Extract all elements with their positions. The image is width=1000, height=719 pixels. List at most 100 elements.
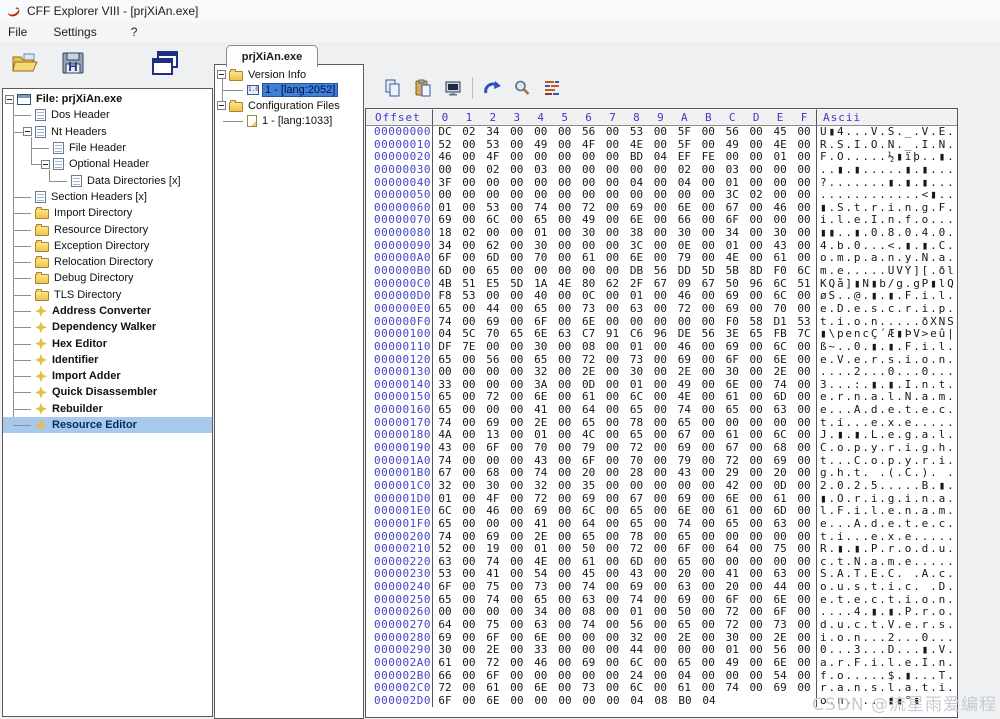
hex-byte[interactable]: 91 — [601, 328, 625, 341]
hex-byte[interactable]: 00 — [648, 126, 672, 139]
hex-byte[interactable]: 02 — [457, 126, 481, 139]
hex-byte[interactable]: 44 — [481, 303, 505, 316]
hex-byte[interactable]: 00 — [768, 164, 792, 177]
offset-column-header[interactable]: Offset — [366, 109, 433, 126]
hex-byte[interactable]: 00 — [792, 581, 816, 594]
tree-item-resource-directory[interactable]: Resource Directory — [3, 221, 212, 237]
byte-column-header[interactable]: F — [792, 110, 816, 125]
hex-offset[interactable]: 00000240 — [366, 581, 433, 594]
hex-byte[interactable]: 00 — [553, 581, 577, 594]
hex-byte[interactable]: 73 — [768, 619, 792, 632]
byte-column-header[interactable]: C — [720, 110, 744, 125]
tree-item-quick-disassembler[interactable]: Quick Disassembler — [3, 384, 212, 400]
hex-byte[interactable]: 00 — [601, 442, 625, 455]
hex-byte[interactable]: 00 — [601, 265, 625, 278]
byte-column-header[interactable]: 2 — [481, 110, 505, 125]
hex-byte[interactable]: 00 — [648, 543, 672, 556]
hex-byte[interactable]: 00 — [792, 341, 816, 354]
hex-byte[interactable]: 00 — [505, 404, 529, 417]
hex-byte[interactable]: 79 — [577, 442, 601, 455]
tree-item-debug-directory[interactable]: Debug Directory — [3, 270, 212, 286]
windows-cascade-icon[interactable] — [148, 46, 182, 80]
hex-byte[interactable]: 00 — [505, 695, 529, 708]
hex-byte[interactable]: 68 — [768, 442, 792, 455]
hex-ascii[interactable]: e...A.d.e.t.e.c. — [817, 404, 957, 417]
hex-ascii[interactable]: ..▮.▮.....▮.▮... — [817, 164, 957, 177]
hex-byte[interactable]: 65 — [505, 328, 529, 341]
tree-item-1-lang-1033[interactable]: 1 - [lang:1033] — [215, 114, 363, 130]
hex-byte[interactable]: 46 — [481, 505, 505, 518]
hex-byte[interactable]: 44 — [625, 644, 649, 657]
hex-byte[interactable]: 0D — [768, 480, 792, 493]
hex-byte[interactable]: 01 — [529, 543, 553, 556]
hex-byte[interactable]: 00 — [601, 581, 625, 594]
hex-ascii[interactable]: g.h.t. .(.C.). . — [817, 467, 957, 480]
search-icon[interactable] — [507, 75, 537, 101]
hex-byte[interactable]: 63 — [529, 619, 553, 632]
hex-byte[interactable]: F0 — [768, 265, 792, 278]
hex-offset[interactable]: 000000B0 — [366, 265, 433, 278]
hex-byte[interactable]: 67 — [720, 442, 744, 455]
hex-byte[interactable]: 42 — [720, 480, 744, 493]
collapse-toggle-icon[interactable] — [217, 101, 226, 110]
hex-byte[interactable]: 00 — [601, 366, 625, 379]
hex-ascii[interactable]: ▮.O.r.i.g.i.n.a. — [817, 493, 957, 506]
hex-byte[interactable]: DB — [625, 265, 649, 278]
hex-view-icon[interactable] — [537, 75, 567, 101]
hex-byte[interactable]: 30 — [481, 480, 505, 493]
hex-byte[interactable]: 00 — [457, 518, 481, 531]
go-arrow-icon[interactable] — [477, 75, 507, 101]
hex-byte[interactable]: 00 — [696, 126, 720, 139]
hex-byte[interactable]: 6E — [529, 328, 553, 341]
hex-byte[interactable]: 96 — [648, 328, 672, 341]
hex-byte[interactable]: DC — [433, 126, 457, 139]
hex-offset[interactable]: 00000190 — [366, 442, 433, 455]
hex-byte[interactable]: 00 — [505, 265, 529, 278]
hex-byte[interactable]: 56 — [648, 265, 672, 278]
hex-byte[interactable]: 00 — [457, 682, 481, 695]
hex-byte[interactable]: 64 — [720, 543, 744, 556]
hex-byte[interactable]: 41 — [529, 518, 553, 531]
collapse-toggle-icon[interactable] — [5, 95, 14, 104]
hex-ascii[interactable]: i.l.e.I.n.f.o... — [817, 214, 957, 227]
hex-ascii[interactable]: ▮▮..▮.0.8.0.4.0. — [817, 227, 957, 240]
hex-byte[interactable]: DD — [672, 265, 696, 278]
hex-byte[interactable]: 69 — [768, 682, 792, 695]
hex-byte[interactable]: 00 — [672, 189, 696, 202]
hex-byte[interactable]: 00 — [768, 189, 792, 202]
hex-byte[interactable]: 00 — [529, 189, 553, 202]
byte-column-header[interactable]: 0 — [433, 110, 457, 125]
hex-ascii[interactable]: C.o.p.y.r.i.g.h. — [817, 442, 957, 455]
hex-byte[interactable]: 00 — [529, 126, 553, 139]
hex-ascii[interactable]: ....2...0...0... — [817, 366, 957, 379]
hex-byte[interactable]: 65 — [720, 518, 744, 531]
hex-byte[interactable]: 00 — [457, 695, 481, 708]
hex-byte[interactable]: 00 — [744, 341, 768, 354]
hex-byte[interactable]: 00 — [577, 164, 601, 177]
hex-offset[interactable]: 00000100 — [366, 328, 433, 341]
hex-byte[interactable]: 00 — [433, 366, 457, 379]
hex-byte[interactable]: 65 — [433, 404, 457, 417]
hex-byte[interactable]: 45 — [768, 126, 792, 139]
tree-item-nt-headers[interactable]: Nt Headers — [3, 124, 212, 140]
hex-byte[interactable]: 00 — [672, 480, 696, 493]
hex-ascii[interactable]: l.F.i.l.e.n.a.m. — [817, 505, 957, 518]
hex-offset[interactable]: 000001E0 — [366, 505, 433, 518]
tree-item-optional-header[interactable]: Optional Header — [3, 156, 212, 172]
hex-byte[interactable]: 00 — [505, 189, 529, 202]
hex-byte[interactable]: 00 — [553, 644, 577, 657]
hex-byte[interactable]: 00 — [601, 505, 625, 518]
hex-byte[interactable]: 00 — [648, 442, 672, 455]
hex-byte[interactable]: FB — [768, 328, 792, 341]
hex-byte[interactable]: 56 — [625, 619, 649, 632]
hex-byte[interactable]: 00 — [696, 480, 720, 493]
hex-byte[interactable]: 00 — [553, 227, 577, 240]
hex-byte[interactable]: 01 — [625, 341, 649, 354]
hex-offset[interactable]: 000001C0 — [366, 480, 433, 493]
hex-byte[interactable]: 04 — [697, 695, 721, 708]
hex-byte[interactable]: 72 — [625, 543, 649, 556]
hex-offset[interactable]: 00000270 — [366, 619, 433, 632]
hex-byte[interactable]: 73 — [577, 303, 601, 316]
byte-column-header[interactable]: 7 — [601, 110, 625, 125]
hex-byte[interactable]: 65 — [744, 328, 768, 341]
